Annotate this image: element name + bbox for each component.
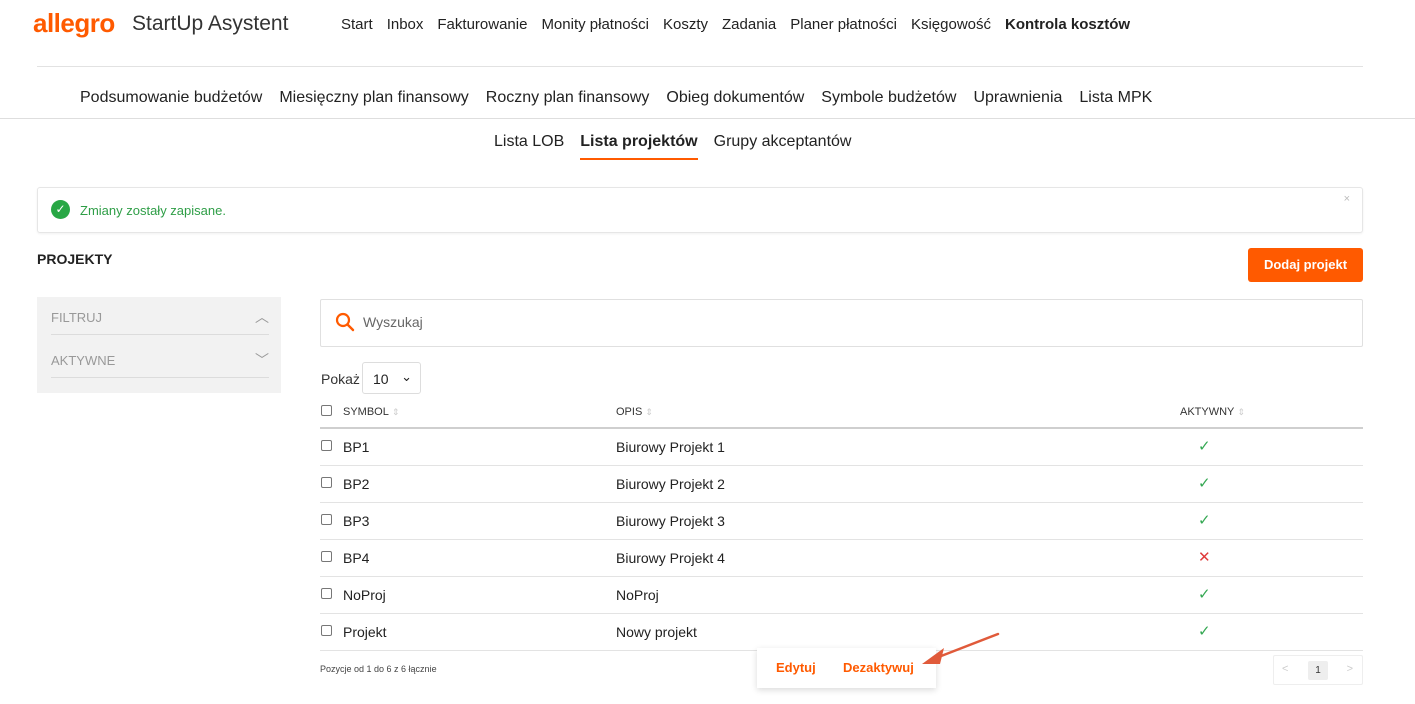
sort-icon: ⇕ — [1237, 407, 1245, 417]
sort-icon: ⇕ — [391, 407, 400, 417]
cell-symbol: BP1 — [343, 439, 370, 455]
menu-item-inbox[interactable]: Inbox — [387, 16, 424, 33]
sub-menu: Podsumowanie budżetów Miesięczny plan fi… — [80, 89, 1152, 107]
submenu-item-roczny-plan[interactable]: Roczny plan finansowy — [486, 89, 650, 107]
chevron-up-icon: ︿ — [255, 309, 269, 325]
submenu-item-obieg-dokumentow[interactable]: Obieg dokumentów — [666, 89, 804, 107]
menu-item-planer[interactable]: Planer płatności — [790, 16, 897, 33]
close-icon[interactable]: × — [1344, 193, 1350, 205]
check-icon: ✓ — [1198, 475, 1211, 492]
cell-symbol: BP2 — [343, 476, 370, 492]
allegro-logo[interactable]: allegro — [33, 8, 115, 39]
page-title: PROJEKTY — [37, 251, 113, 267]
table-row[interactable]: BP2 Biurowy Projekt 2 ✓ — [320, 466, 1363, 503]
check-icon: ✓ — [1198, 623, 1211, 640]
filter-panel: FILTRUJ ︿ AKTYWNE ﹀ — [37, 297, 281, 393]
menu-item-koszty[interactable]: Koszty — [663, 16, 708, 33]
row-checkbox[interactable] — [321, 514, 332, 525]
alert-message: Zmiany zostały zapisane. — [80, 203, 226, 218]
menu-item-ksiegowosc[interactable]: Księgowość — [911, 16, 991, 33]
menu-item-zadania[interactable]: Zadania — [722, 16, 776, 33]
search-input[interactable] — [363, 314, 1263, 330]
cell-symbol: BP4 — [343, 550, 370, 566]
app-name: StartUp Asystent — [132, 12, 289, 35]
column-header-opis-label: OPIS — [616, 406, 643, 418]
table-row[interactable]: BP4 Biurowy Projekt 4 ✕ — [320, 540, 1363, 577]
menu-item-start[interactable]: Start — [341, 16, 373, 33]
column-header-aktywny-label: AKTYWNY — [1180, 406, 1235, 418]
tab-bar: Lista LOB Lista projektów Grupy akceptan… — [494, 133, 851, 160]
submenu-item-uprawnienia[interactable]: Uprawnienia — [973, 89, 1062, 107]
prev-page-button[interactable]: < — [1282, 663, 1288, 675]
table-row[interactable]: NoProj NoProj ✓ — [320, 577, 1363, 614]
column-header-symbol[interactable]: SYMBOL ⇕ — [343, 406, 399, 418]
search-box — [320, 299, 1363, 347]
menu-item-fakturowanie[interactable]: Fakturowanie — [437, 16, 527, 33]
cell-opis: Biurowy Projekt 3 — [616, 513, 725, 529]
edit-button[interactable]: Edytuj — [776, 660, 816, 675]
cell-symbol: BP3 — [343, 513, 370, 529]
table-header: SYMBOL ⇕ OPIS ⇕ AKTYWNY ⇕ — [320, 396, 1363, 429]
chevron-down-icon: ﹀ — [255, 352, 269, 368]
submenu-item-miesieczny-plan[interactable]: Miesięczny plan finansowy — [279, 89, 468, 107]
cell-opis: NoProj — [616, 587, 659, 603]
select-all-checkbox[interactable] — [321, 405, 332, 416]
table-row[interactable]: BP1 Biurowy Projekt 1 ✓ — [320, 429, 1363, 466]
table-row[interactable]: Projekt Nowy projekt ✓ — [320, 614, 1363, 651]
chevron-down-icon: ⌄ — [401, 369, 412, 384]
pagination: < 1 > — [1273, 655, 1363, 685]
check-circle-icon: ✓ — [51, 200, 70, 219]
pagination-info: Pozycje od 1 do 6 z 6 łącznie — [320, 664, 437, 674]
page-number-button[interactable]: 1 — [1308, 661, 1328, 680]
cross-icon: ✕ — [1198, 549, 1211, 566]
main-menu: Start Inbox Fakturowanie Monity płatnośc… — [341, 16, 1130, 33]
table-row[interactable]: BP3 Biurowy Projekt 3 ✓ — [320, 503, 1363, 540]
cell-symbol: NoProj — [343, 587, 386, 603]
column-header-opis[interactable]: OPIS ⇕ — [616, 406, 653, 418]
menu-item-kontrola-kosztow[interactable]: Kontrola kosztów — [1005, 16, 1130, 33]
row-checkbox[interactable] — [321, 440, 332, 451]
add-project-button[interactable]: Dodaj projekt — [1248, 248, 1363, 282]
projects-table: SYMBOL ⇕ OPIS ⇕ AKTYWNY ⇕ BP1 Biurowy Proje… — [320, 396, 1363, 651]
submenu-item-symbole-budzetow[interactable]: Symbole budżetów — [821, 89, 956, 107]
row-checkbox[interactable] — [321, 477, 332, 488]
cell-symbol: Projekt — [343, 624, 387, 640]
filter-toggle[interactable]: FILTRUJ ︿ — [51, 297, 269, 335]
row-checkbox[interactable] — [321, 625, 332, 636]
cell-opis: Biurowy Projekt 2 — [616, 476, 725, 492]
search-icon — [335, 312, 355, 332]
tab-lista-lob[interactable]: Lista LOB — [494, 133, 564, 160]
cell-opis: Biurowy Projekt 1 — [616, 439, 725, 455]
tab-grupy-akceptantow[interactable]: Grupy akceptantów — [714, 133, 852, 160]
cell-opis: Biurowy Projekt 4 — [616, 550, 725, 566]
row-action-menu: Edytuj Dezaktywuj — [757, 648, 936, 688]
divider — [0, 118, 1415, 119]
row-checkbox[interactable] — [321, 588, 332, 599]
tab-lista-projektow[interactable]: Lista projektów — [580, 133, 698, 160]
column-header-aktywny[interactable]: AKTYWNY ⇕ — [1180, 406, 1245, 418]
success-alert: ✓ Zmiany zostały zapisane. × — [37, 187, 1363, 233]
filter-active-toggle[interactable]: AKTYWNE ﹀ — [51, 340, 269, 378]
page-size-label: Pokaż — [321, 371, 360, 387]
deactivate-button[interactable]: Dezaktywuj — [843, 660, 914, 675]
next-page-button[interactable]: > — [1347, 663, 1353, 675]
row-checkbox[interactable] — [321, 551, 332, 562]
column-header-symbol-label: SYMBOL — [343, 406, 389, 418]
submenu-item-lista-mpk[interactable]: Lista MPK — [1079, 89, 1152, 107]
check-icon: ✓ — [1198, 512, 1211, 529]
page-size-value: 10 — [373, 371, 389, 387]
submenu-item-podsumowanie[interactable]: Podsumowanie budżetów — [80, 89, 262, 107]
filter-active-label: AKTYWNE — [51, 353, 116, 368]
check-icon: ✓ — [1198, 438, 1211, 455]
cell-opis: Nowy projekt — [616, 624, 697, 640]
menu-item-monity[interactable]: Monity płatności — [541, 16, 649, 33]
page-size-select[interactable]: 10 ⌄ — [362, 362, 421, 394]
check-icon: ✓ — [1198, 586, 1211, 603]
divider — [37, 66, 1363, 67]
top-navbar: allegro StartUp Asystent Start Inbox Fak… — [0, 0, 1415, 52]
sort-icon: ⇕ — [645, 407, 653, 417]
filter-label: FILTRUJ — [51, 310, 103, 325]
